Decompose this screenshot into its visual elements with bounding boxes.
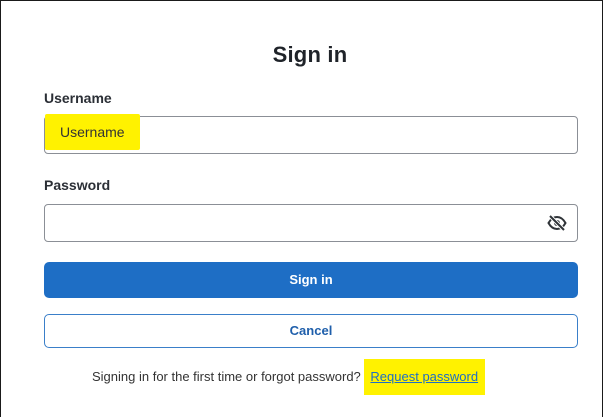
footer-text: Signing in for the first time or forgot … <box>92 369 361 384</box>
request-password-link[interactable]: Request password <box>364 359 486 395</box>
username-label: Username <box>44 90 112 106</box>
cancel-button[interactable]: Cancel <box>44 314 578 348</box>
eye-off-icon[interactable] <box>547 214 567 232</box>
sign-in-button[interactable]: Sign in <box>44 262 578 298</box>
username-field[interactable]: Username <box>44 114 578 154</box>
footer: Signing in for the first time or forgot … <box>92 359 486 395</box>
page-title: Sign in <box>272 42 348 67</box>
username-placeholder: Username <box>45 114 140 150</box>
password-field[interactable] <box>44 204 578 242</box>
password-label: Password <box>44 177 111 193</box>
